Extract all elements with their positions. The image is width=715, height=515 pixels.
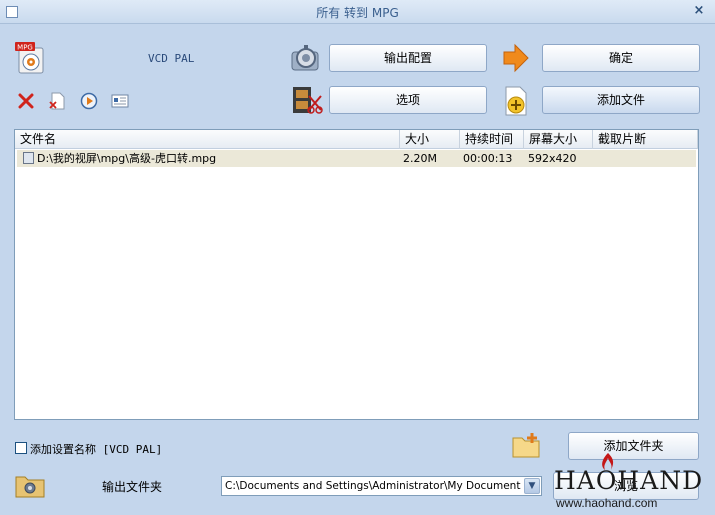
column-filename[interactable]: 文件名 <box>15 130 400 149</box>
row-size: 2.20M <box>403 152 437 165</box>
row-clip <box>597 150 692 167</box>
row-duration: 00:00:13 <box>463 152 513 165</box>
delete-x-icon[interactable] <box>18 93 34 109</box>
output-path-combo[interactable]: C:\Documents and Settings\Administrator\… <box>221 476 542 496</box>
column-size[interactable]: 大小 <box>400 130 460 149</box>
add-file-button[interactable]: 添加文件 <box>542 86 700 114</box>
svg-text:MPG: MPG <box>17 44 33 52</box>
output-path-value: C:\Documents and Settings\Administrator\… <box>225 480 521 492</box>
options-button[interactable]: 选项 <box>329 86 487 114</box>
add-setting-name-label: 添加设置名称 [VCD PAL] <box>30 443 163 456</box>
close-button[interactable]: × <box>691 3 707 19</box>
right-arrow-icon <box>502 43 530 73</box>
watermark-logo: HAOHAND www.haohand.com <box>550 452 715 515</box>
column-clip[interactable]: 截取片断 <box>593 130 698 149</box>
media-info-icon[interactable] <box>111 93 129 109</box>
column-duration[interactable]: 持续时间 <box>460 130 524 149</box>
folder-add-icon[interactable] <box>512 432 542 458</box>
add-setting-name-checkbox[interactable] <box>15 442 27 454</box>
watermark-brand: HAOHAND <box>554 466 704 495</box>
watermark-url: www.haohand.com <box>556 496 658 510</box>
output-config-button[interactable]: 输出配置 <box>329 44 487 72</box>
row-filename: D:\我的视屏\mpg\高级-虎口转.mpg <box>37 152 217 165</box>
row-screen-size: 592x420 <box>528 152 577 165</box>
clear-list-icon[interactable] <box>48 92 66 110</box>
film-scissors-icon[interactable] <box>291 86 323 114</box>
output-folder-label: 输出文件夹 <box>102 480 163 494</box>
chevron-down-icon[interactable]: ▼ <box>524 478 540 494</box>
file-icon <box>23 152 34 164</box>
file-list-header: 文件名 大小 持续时间 屏幕大小 截取片断 <box>15 130 698 149</box>
output-folder-icon <box>15 472 45 498</box>
table-row[interactable]: D:\我的视屏\mpg\高级-虎口转.mpg 2.20M 00:00:13 59… <box>17 150 696 167</box>
mpg-profile-icon[interactable]: MPG <box>15 42 45 74</box>
window-title: 所有 转到 MPG <box>316 6 399 20</box>
ok-button[interactable]: 确定 <box>542 44 700 72</box>
settings-cog-icon[interactable] <box>290 44 322 72</box>
file-list[interactable]: 文件名 大小 持续时间 屏幕大小 截取片断 D:\我的视屏\mpg\高级-虎口转… <box>14 129 699 420</box>
profile-name: VCD PAL <box>148 52 195 65</box>
play-icon[interactable] <box>80 92 98 110</box>
title-bar: 所有 转到 MPG × <box>0 0 715 24</box>
column-screen-size[interactable]: 屏幕大小 <box>524 130 593 149</box>
add-file-icon[interactable] <box>503 86 529 116</box>
